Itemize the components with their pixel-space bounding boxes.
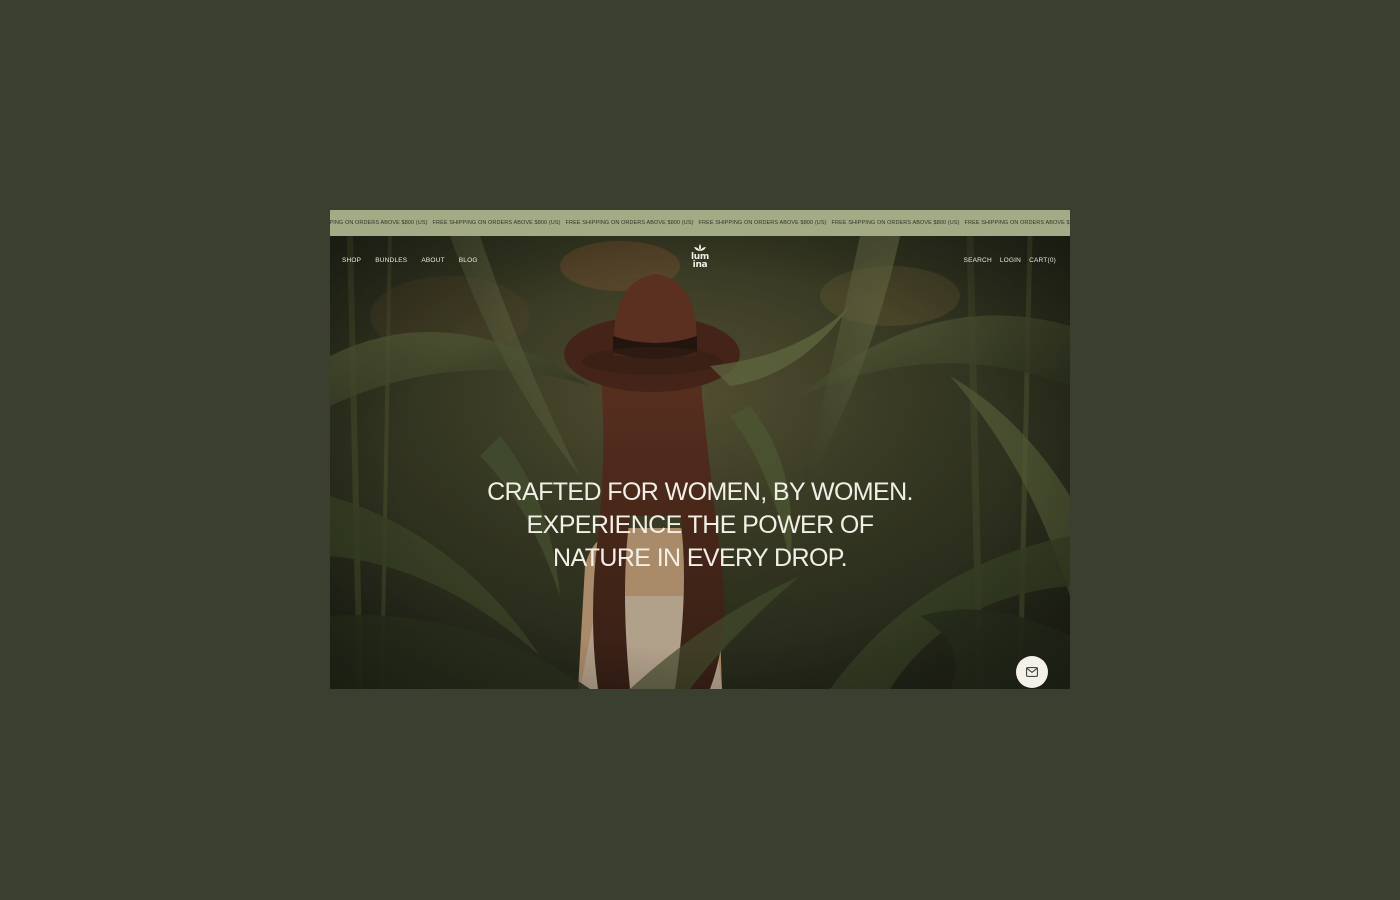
headline-line: EXPERIENCE THE POWER OF <box>526 511 875 539</box>
mail-icon <box>1026 667 1038 677</box>
announcement-item: Free shipping on orders above $800 (US) <box>565 220 694 226</box>
nav-search[interactable]: SEARCH <box>964 257 992 264</box>
hero-headline: CRAFTED FOR WOMEN, BY WOMEN. EXPERIENCE … <box>430 476 970 575</box>
nav-login[interactable]: LOGIN <box>1000 257 1021 264</box>
headline-line: CRAFTED FOR WOMEN, BY WOMEN. <box>487 478 913 506</box>
headline-line: NATURE IN EVERY DROP. <box>553 544 848 572</box>
hero-section: CRAFTED FOR WOMEN, BY WOMEN. EXPERIENCE … <box>330 236 1070 689</box>
nav-blog[interactable]: BLOG <box>459 257 478 264</box>
announcement-item: hipping on orders above $800 (US) <box>330 220 428 226</box>
announcement-bar: hipping on orders above $800 (US) Free s… <box>330 210 1070 236</box>
website-frame: hipping on orders above $800 (US) Free s… <box>330 210 1070 689</box>
brand-logo[interactable]: lum ina <box>682 244 718 270</box>
nav-cart[interactable]: CART(0) <box>1029 257 1056 264</box>
nav-about[interactable]: ABOUT <box>421 257 444 264</box>
announcement-item: Free shipping on orders above $800 (US) <box>831 220 960 226</box>
nav-shop[interactable]: SHOP <box>342 257 361 264</box>
announcement-item: Free shipping on orders above $800 (US) <box>698 220 827 226</box>
site-header: SHOP BUNDLES ABOUT BLOG lum ina SEARCH L… <box>330 236 1070 286</box>
hero-image <box>330 236 1070 689</box>
announcement-track: hipping on orders above $800 (US) Free s… <box>330 210 1070 236</box>
contact-button[interactable] <box>1016 656 1048 688</box>
announcement-item: Free shipping on orders above $800 (US) <box>432 220 561 226</box>
primary-nav: SHOP BUNDLES ABOUT BLOG <box>342 257 492 264</box>
logo-word-bottom: ina <box>692 260 708 270</box>
utility-nav: SEARCH LOGIN CART(0) <box>956 257 1056 264</box>
nav-bundles[interactable]: BUNDLES <box>375 257 407 264</box>
announcement-item: Free shipping on orders above $8 <box>964 220 1070 226</box>
